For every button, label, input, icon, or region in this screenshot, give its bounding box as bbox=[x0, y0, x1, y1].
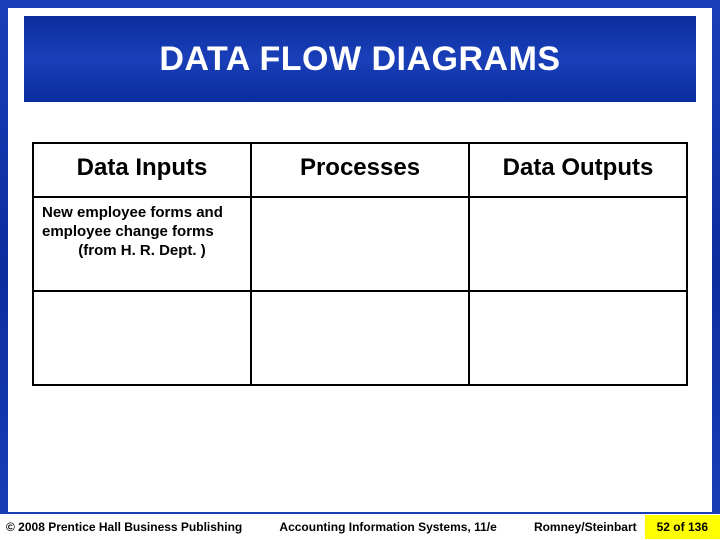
table-row: New employee forms and employee change f… bbox=[33, 197, 687, 291]
slide: DATA FLOW DIAGRAMS Data Inputs Processes… bbox=[0, 0, 720, 540]
header-processes: Processes bbox=[251, 143, 469, 197]
header-data-outputs: Data Outputs bbox=[469, 143, 687, 197]
data-flow-table: Data Inputs Processes Data Outputs New e… bbox=[32, 142, 688, 386]
cell-r0c1 bbox=[251, 197, 469, 291]
table-header-row: Data Inputs Processes Data Outputs bbox=[33, 143, 687, 197]
cell-text: (from H. R. Dept. ) bbox=[42, 242, 242, 261]
footer-authors: Romney/Steinbart bbox=[534, 520, 645, 534]
footer-page: 52 of 136 bbox=[645, 515, 720, 539]
table-row bbox=[33, 291, 687, 385]
slide-content: DATA FLOW DIAGRAMS Data Inputs Processes… bbox=[8, 8, 712, 512]
footer: © 2008 Prentice Hall Business Publishing… bbox=[0, 514, 720, 540]
cell-r1c1 bbox=[251, 291, 469, 385]
cell-r1c0 bbox=[33, 291, 251, 385]
header-data-inputs: Data Inputs bbox=[33, 143, 251, 197]
cell-r0c0: New employee forms and employee change f… bbox=[33, 197, 251, 291]
footer-copyright: © 2008 Prentice Hall Business Publishing bbox=[0, 520, 242, 534]
title-bar: DATA FLOW DIAGRAMS bbox=[24, 16, 696, 102]
cell-r1c2 bbox=[469, 291, 687, 385]
footer-center: Accounting Information Systems, 11/e bbox=[242, 520, 534, 534]
cell-r0c2 bbox=[469, 197, 687, 291]
cell-text: employee change forms bbox=[42, 223, 214, 240]
slide-title: DATA FLOW DIAGRAMS bbox=[159, 40, 560, 79]
table-container: Data Inputs Processes Data Outputs New e… bbox=[32, 142, 688, 386]
cell-text: New employee forms and bbox=[42, 204, 223, 221]
